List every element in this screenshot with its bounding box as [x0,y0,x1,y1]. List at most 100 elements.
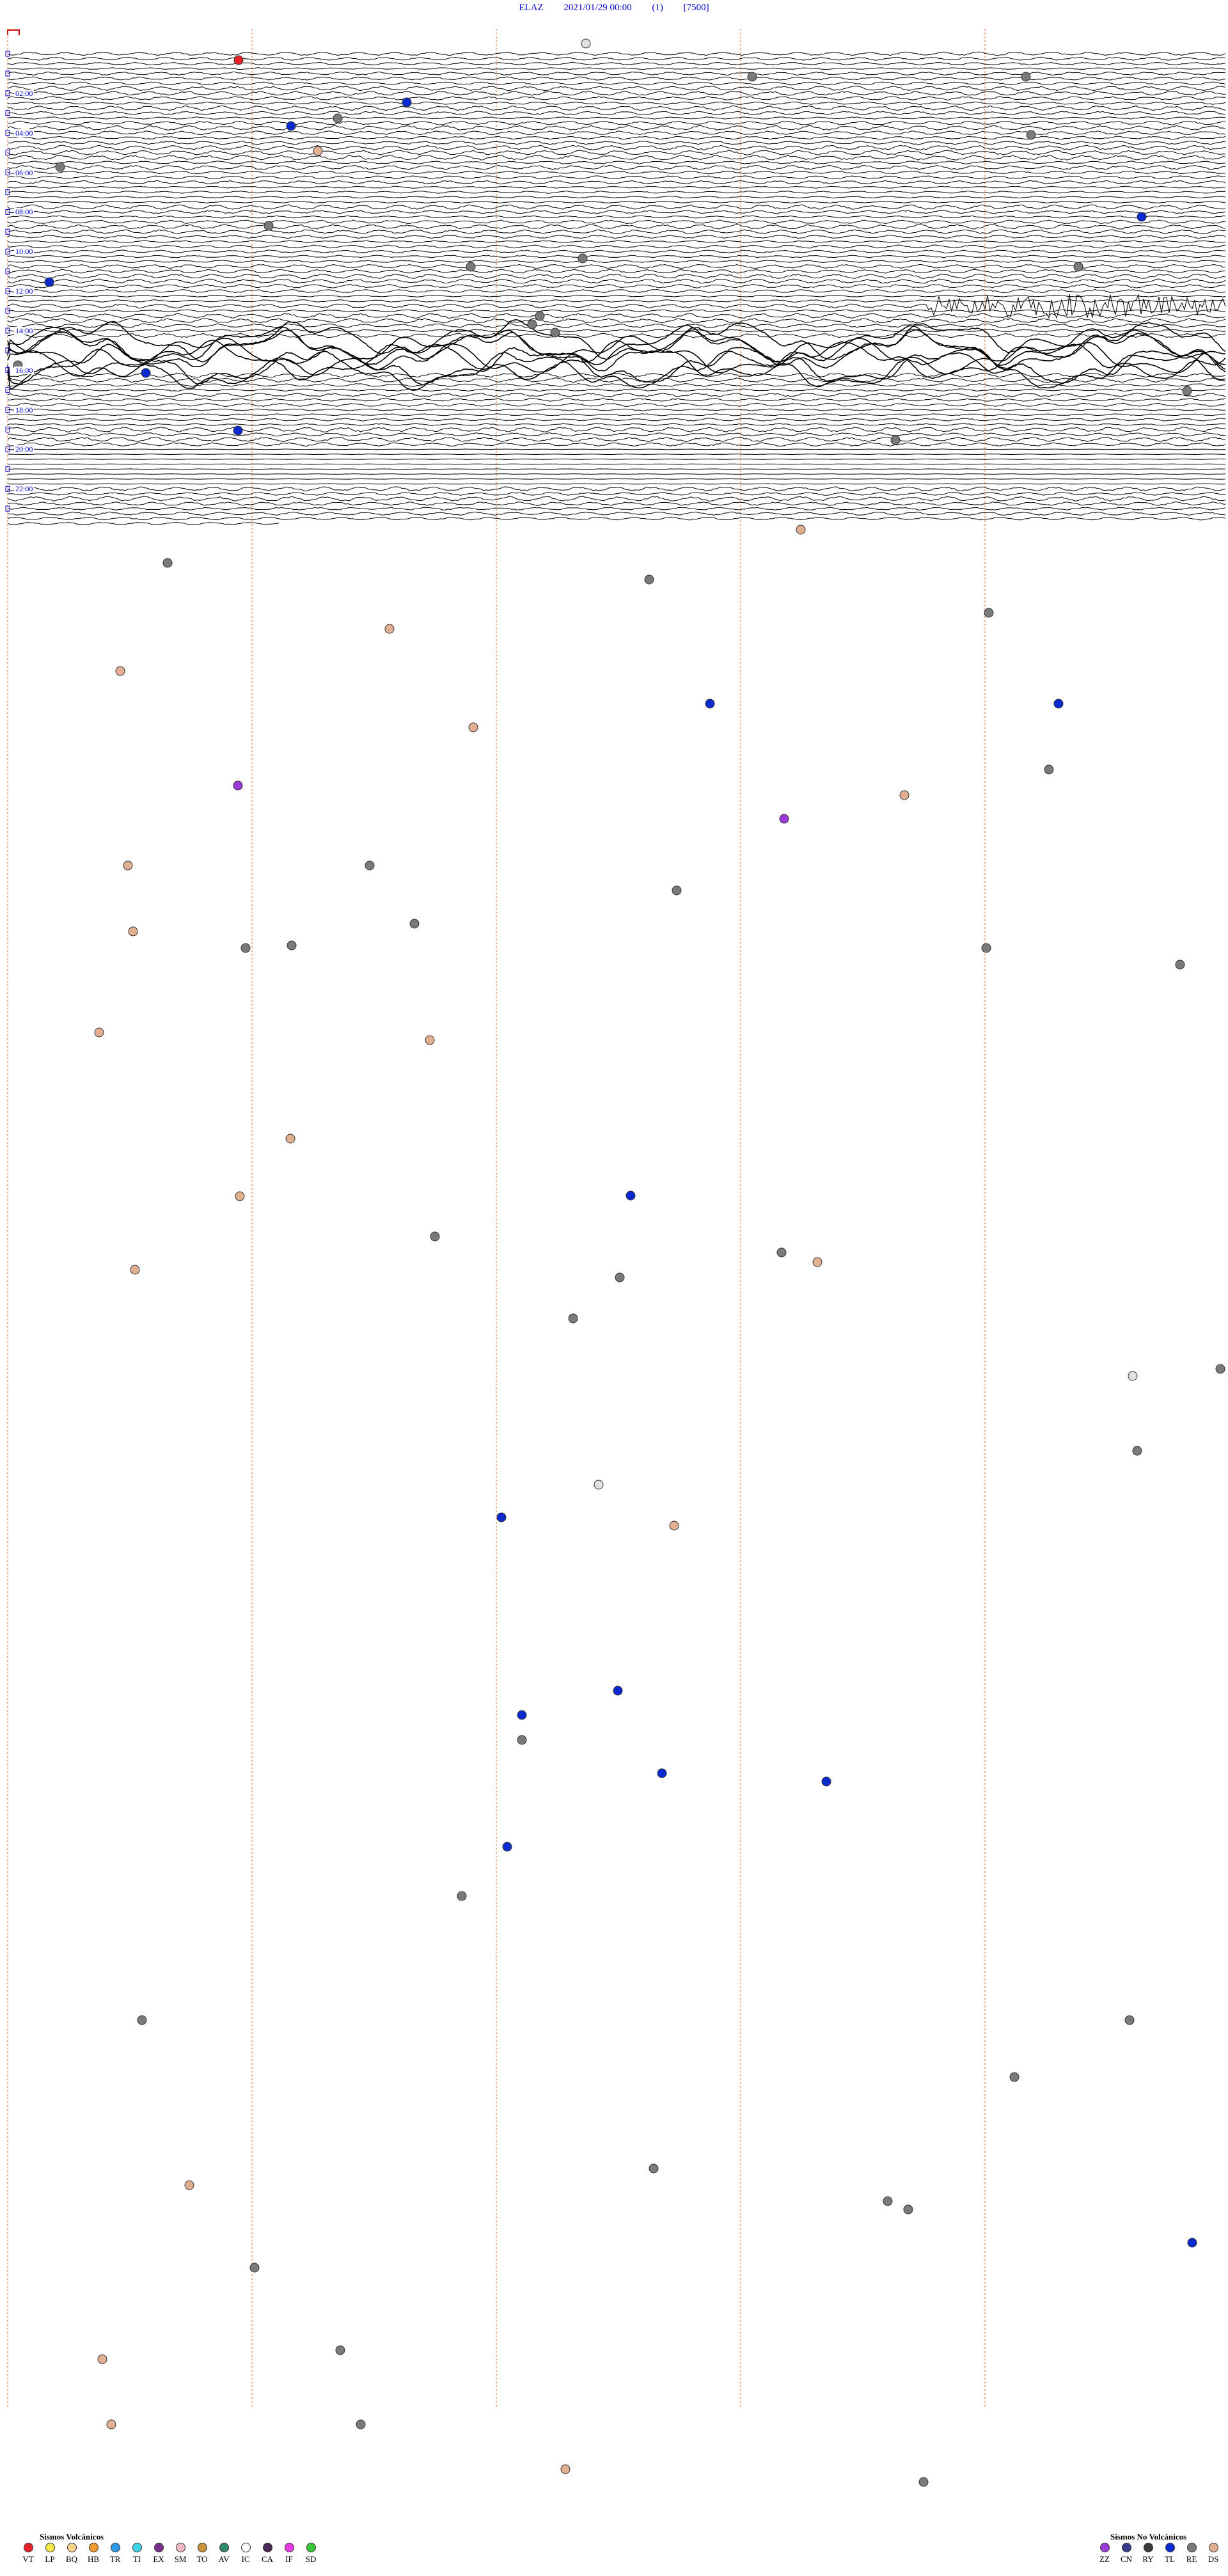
legend-code: TL [1165,2554,1175,2564]
event-marker [94,1027,104,1038]
hour-label: 10:00 [14,247,35,257]
event-marker [502,1842,512,1852]
legend-volcanic: VT LP BQ HB TR TI EX SM TO AV IC CA IF SD [17,2543,322,2564]
event-marker [626,1190,636,1201]
event-marker [466,262,476,272]
event-marker [918,2477,929,2487]
event-marker [425,1035,435,1045]
event-marker [517,1710,527,1720]
trace-row [7,333,1226,338]
legend-item: DS [1202,2543,1224,2564]
event-marker [137,2015,147,2025]
trace-row [7,398,1226,402]
event-marker [457,1891,467,1901]
legend-code: LP [45,2554,55,2564]
trace-row [7,215,1226,219]
trace-row [7,323,1225,328]
legend-swatch [132,2543,142,2552]
legend-swatch [1165,2543,1175,2552]
legend-code: TR [109,2554,121,2564]
event-marker [1175,960,1185,970]
trace-row [7,51,1226,56]
trace-row [7,111,1226,116]
legend-nonvolcanic: ZZ CN RY TL RE DS [1094,2543,1224,2564]
trace-row [7,392,1226,397]
legend-item: TL [1159,2543,1181,2564]
event-marker [1215,1364,1225,1374]
event-marker [333,113,343,123]
legend-swatch [197,2543,207,2552]
trace-row [8,130,1226,136]
trace-row [7,408,1226,411]
legend-item: TI [126,2543,148,2564]
event-marker [128,926,138,936]
legend-swatch [219,2543,229,2552]
trace-row [7,486,1226,492]
trace-row [8,260,1226,264]
legend-swatch [67,2543,77,2552]
trace-row [7,454,1226,455]
legend-code: DS [1208,2554,1219,2564]
trace-row [7,86,1226,91]
legend-swatch [45,2543,55,2552]
event-marker [402,97,412,107]
helicorder-plot [5,29,1226,2487]
trace-row [7,186,1226,189]
legend-code: CN [1120,2554,1133,2564]
trace-row [7,116,1226,120]
trace-row [7,105,1226,111]
trace-row [7,423,1226,426]
trace-row [7,502,1226,506]
legend-code: CA [261,2554,274,2564]
trace-row [7,191,1226,194]
hour-label: 12:00 [14,287,35,296]
event-marker [1073,262,1083,272]
event-marker [106,2419,116,2430]
trace-row [7,67,1226,70]
trace-row [7,244,1226,249]
event-marker [130,1265,140,1275]
event-marker [776,1247,787,1258]
event-marker [1182,386,1192,396]
event-marker [657,1768,667,1778]
trace-row [7,313,1226,319]
event-marker [615,1272,625,1283]
event-marker [984,608,994,618]
legend-item: VT [17,2543,39,2564]
event-marker [821,1776,831,1787]
trace-row [7,255,1225,258]
event-marker [550,328,560,338]
legend-swatch [1208,2543,1218,2552]
trace-row [7,522,279,525]
event-marker [141,368,151,378]
trace-row [7,71,1226,76]
trace-row [7,436,1226,442]
trace-row [7,164,1226,170]
legend-swatch [23,2543,33,2552]
trace-row [7,175,1226,180]
legend-swatch [306,2543,316,2552]
event-marker [1132,1446,1142,1456]
event-marker [517,1735,527,1745]
trace-row [7,76,1226,81]
legend-item: SM [169,2543,191,2564]
legend-swatch [175,2543,185,2552]
trace-row [7,507,1226,510]
legend-item: ZZ [1094,2543,1115,2564]
trace-row [7,210,1226,214]
legend-swatch [1099,2543,1110,2552]
legend-code: ZZ [1099,2554,1110,2564]
event-marker [384,624,395,634]
legend-item: TO [191,2543,213,2564]
event-marker [899,790,909,800]
trace-row [7,145,1226,151]
legend-item: IC [235,2543,256,2564]
event-marker [779,814,789,824]
legend-item: BQ [61,2543,83,2564]
trace-row [7,284,1226,288]
legend-code: SD [305,2554,317,2564]
legend-item: LP [39,2543,61,2564]
event-marker [356,2419,366,2430]
trace-row [7,511,1226,516]
trace-row [7,155,1226,161]
